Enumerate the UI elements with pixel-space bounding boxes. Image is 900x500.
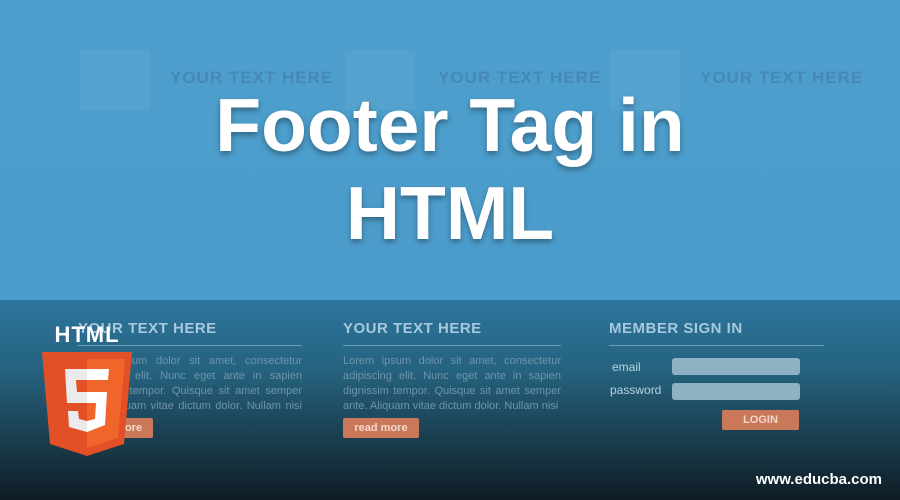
page-title-line-1: Footer Tag in [215, 83, 685, 167]
footer-column-2: YOUR TEXT HERE Lorem ipsum dolor sit ame… [343, 320, 561, 414]
column-heading: YOUR TEXT HERE [343, 320, 561, 346]
read-more-button[interactable]: read more [343, 418, 419, 438]
five-glyph-right [87, 369, 109, 380]
banner: YOUR TEXT HERE YOUR TEXT HERE YOUR TEXT … [0, 0, 900, 500]
email-label: email [612, 360, 641, 374]
password-field[interactable] [672, 383, 800, 400]
header-text: YOUR TEXT HERE [700, 68, 864, 87]
sign-in-heading: MEMBER SIGN IN [609, 320, 824, 346]
password-label: password [610, 383, 662, 397]
site-url[interactable]: www.educba.com [756, 471, 882, 488]
html5-logo: HTML [28, 322, 146, 462]
email-field[interactable] [672, 358, 800, 375]
member-sign-in-panel: MEMBER SIGN IN [609, 320, 824, 346]
html5-shield-icon [42, 352, 132, 456]
login-button[interactable]: LOGIN [722, 410, 799, 430]
column-body-text: Lorem ipsum dolor sit amet, consectetur … [343, 355, 561, 412]
page-title-line-2: HTML [345, 171, 555, 255]
